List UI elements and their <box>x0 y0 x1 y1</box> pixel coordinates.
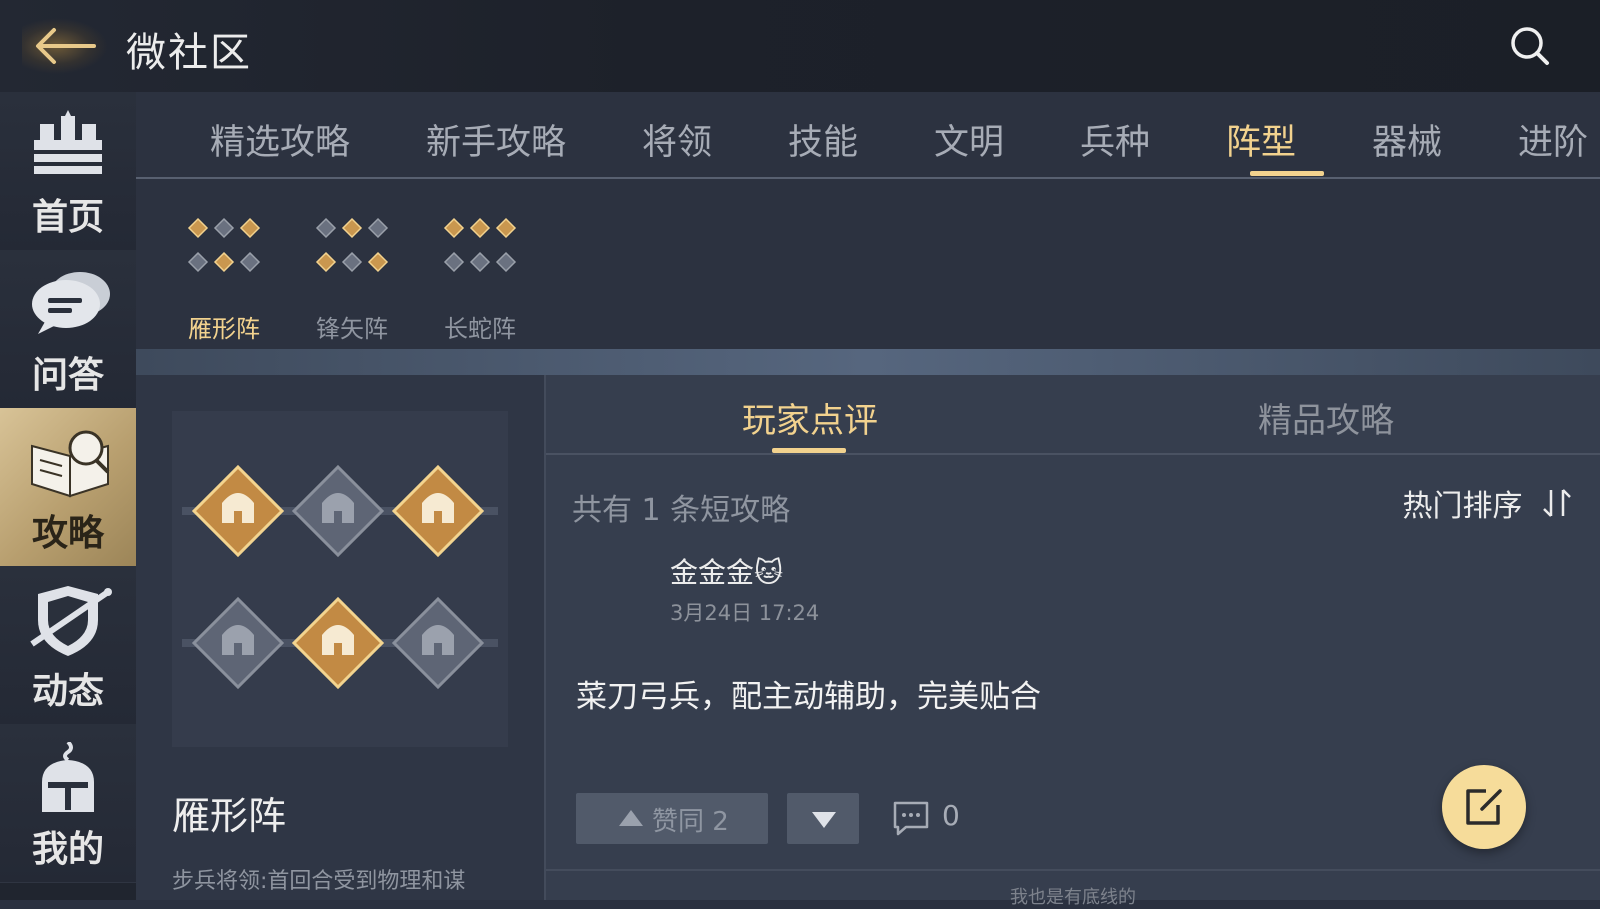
sidebar-item-profile[interactable]: 我的 <box>0 724 136 883</box>
page-title: 微社区 <box>126 30 252 76</box>
sidebar-item-label: 问答 <box>31 354 104 396</box>
sidebar: 首页 问答 攻略 动态 我的 <box>0 92 136 900</box>
formation-diagram <box>182 464 498 690</box>
formation-detail-panel: 雁形阵 步兵将领:首回合受到物理和谋 <box>136 375 544 900</box>
arrowhead-formation-icon <box>315 217 389 273</box>
formation-label: 长蛇阵 <box>444 315 516 343</box>
formation-option-wild-goose[interactable]: 雁形阵 <box>174 209 274 343</box>
tab-siege[interactable]: 器械 <box>1372 114 1442 165</box>
tab-formations[interactable]: 阵型 <box>1226 114 1296 165</box>
sidebar-item-guides[interactable]: 攻略 <box>0 408 136 567</box>
review-tabs: 玩家点评 精品攻略 <box>546 375 1600 455</box>
sort-icon <box>1543 489 1571 517</box>
review-panel: 玩家点评 精品攻略 共有 1 条短攻略 热门排序 金金金🐱 3月24日 17:2… <box>544 375 1600 908</box>
formation-option-arrowhead[interactable]: 锋矢阵 <box>302 209 402 343</box>
tab-units[interactable]: 兵种 <box>1080 114 1150 165</box>
tab-beginner[interactable]: 新手攻略 <box>426 114 566 165</box>
triangle-down-icon <box>812 812 836 828</box>
sidebar-item-label: 攻略 <box>31 512 104 554</box>
sort-label: 热门排序 <box>1402 489 1523 524</box>
tab-player-reviews[interactable]: 玩家点评 <box>742 393 878 442</box>
upvote-button[interactable]: 赞同 2 <box>576 793 768 844</box>
tab-skills[interactable]: 技能 <box>788 114 858 165</box>
tab-featured[interactable]: 精选攻略 <box>210 114 350 165</box>
post-author[interactable]: 金金金🐱 <box>670 551 783 591</box>
helmet-slot-grey <box>391 596 485 690</box>
castle-icon <box>34 110 102 174</box>
chat-bubble-icon <box>32 272 110 334</box>
edit-icon <box>1466 789 1502 825</box>
sidebar-item-label: 首页 <box>31 196 104 238</box>
category-tabs: 精选攻略 新手攻略 将领 技能 文明 兵种 阵型 器械 进阶 <box>136 92 1600 179</box>
helmet-slot-gold <box>391 464 485 558</box>
guide-count: 共有 1 条短攻略 <box>572 493 791 528</box>
tab-premium-guides[interactable]: 精品攻略 <box>1258 393 1394 442</box>
tab-generals[interactable]: 将领 <box>642 114 712 165</box>
formation-preview <box>172 411 508 747</box>
tab-advanced[interactable]: 进阶 <box>1518 114 1588 165</box>
helmet-slot-grey <box>191 596 285 690</box>
formation-description: 步兵将领:首回合受到物理和谋 <box>172 869 466 894</box>
sort-button[interactable]: 热门排序 <box>1402 481 1574 525</box>
wild-goose-formation-icon <box>187 217 261 273</box>
helmet-slot-gold <box>291 596 385 690</box>
list-divider <box>546 869 1600 871</box>
sidebar-item-home[interactable]: 首页 <box>0 92 136 251</box>
post-body: 菜刀弓兵，配主动辅助，完美贴合 <box>576 679 1041 715</box>
section-divider <box>136 349 1600 375</box>
end-of-list-hint: 我也是有底线的 <box>1010 887 1136 908</box>
triangle-up-icon <box>619 810 643 826</box>
formation-label: 锋矢阵 <box>316 315 388 343</box>
back-button[interactable] <box>22 18 108 74</box>
search-icon <box>1511 27 1549 65</box>
active-tab-indicator <box>1250 171 1324 176</box>
post-timestamp: 3月24日 17:24 <box>670 601 820 625</box>
compose-button[interactable] <box>1442 765 1526 849</box>
top-bar: 微社区 <box>0 0 1600 92</box>
comment-count: 0 <box>942 799 960 832</box>
search-button[interactable] <box>1508 24 1552 68</box>
downvote-button[interactable] <box>787 793 859 844</box>
sidebar-item-label: 我的 <box>31 828 104 870</box>
shield-sword-icon <box>30 586 112 656</box>
upvote-label: 赞同 2 <box>652 807 729 837</box>
sidebar-item-label: 动态 <box>31 670 104 712</box>
sidebar-item-feed[interactable]: 动态 <box>0 566 136 725</box>
helmet-slot-gold <box>191 464 285 558</box>
formation-name: 雁形阵 <box>172 794 287 838</box>
active-review-tab-indicator <box>772 448 846 453</box>
formation-selector: 雁形阵 锋矢阵 长蛇阵 <box>136 179 1600 349</box>
helmet-slot-grey <box>291 464 385 558</box>
tab-civilizations[interactable]: 文明 <box>934 114 1004 165</box>
comment-icon[interactable] <box>892 799 930 837</box>
long-snake-formation-icon <box>443 217 517 273</box>
knight-helmet-icon <box>42 742 94 812</box>
sidebar-item-qa[interactable]: 问答 <box>0 250 136 409</box>
guidebook-icon <box>31 430 110 498</box>
formation-option-long-snake[interactable]: 长蛇阵 <box>430 209 530 343</box>
formation-label: 雁形阵 <box>188 315 260 343</box>
arrow-left-icon <box>36 28 96 64</box>
